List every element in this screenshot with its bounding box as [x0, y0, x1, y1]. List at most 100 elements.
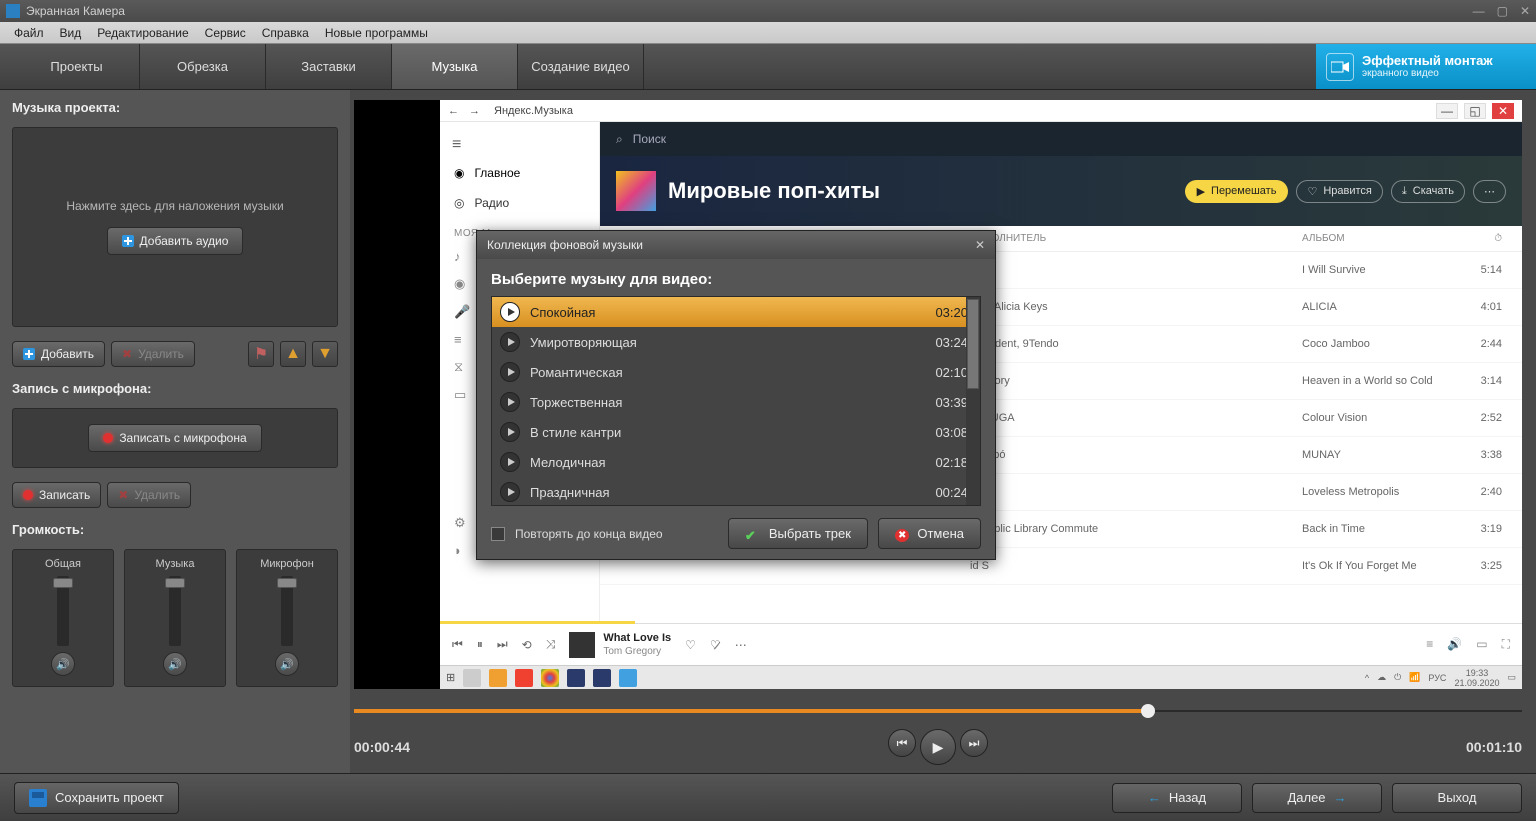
speaker-icon: 🔊: [168, 658, 182, 671]
track-item[interactable]: Романтическая02:10: [492, 357, 980, 387]
flag-icon-button[interactable]: ⚑: [248, 341, 274, 367]
track-item[interactable]: Праздничная00:24: [492, 477, 980, 506]
play-icon[interactable]: [500, 302, 520, 322]
next-button[interactable]: Далее: [1252, 783, 1382, 813]
tab-trim[interactable]: Обрезка: [140, 44, 266, 89]
menu-new-programs[interactable]: Новые программы: [317, 24, 436, 42]
add-audio-button[interactable]: Добавить аудио: [107, 227, 244, 255]
promo-title: Эффектный монтаж: [1362, 54, 1493, 68]
tracklist-scrollbar[interactable]: [966, 297, 980, 505]
maximize-button[interactable]: ▢: [1497, 4, 1508, 18]
play-icon[interactable]: [500, 422, 520, 442]
move-up-button[interactable]: ▲: [280, 341, 306, 367]
dialog-heading: Выберите музыку для видео:: [491, 271, 981, 288]
music-collection-dialog: Коллекция фоновой музыки✕ Выберите музык…: [476, 230, 996, 560]
promo-icon: [1326, 53, 1354, 81]
save-project-button[interactable]: Сохранить проект: [14, 782, 179, 814]
delete-button: ✖Удалить: [111, 341, 195, 367]
playlist-cover: [616, 171, 656, 211]
like-button: ♡ Нравится: [1296, 180, 1382, 203]
pip-icon: ▭: [1476, 637, 1487, 652]
timeline-slider[interactable]: [354, 701, 1522, 721]
more-icon: ⋯: [735, 638, 747, 652]
close-button[interactable]: ✕: [1520, 4, 1530, 18]
music-panel-title: Музыка проекта:: [12, 100, 338, 115]
menu-service[interactable]: Сервис: [197, 24, 254, 42]
next-button[interactable]: ⏭: [960, 729, 988, 757]
main-tabs: Проекты Обрезка Заставки Музыка Создание…: [0, 44, 1536, 90]
play-icon[interactable]: [500, 362, 520, 382]
track-item[interactable]: Мелодичная02:18: [492, 447, 980, 477]
volume-mic-slider[interactable]: [281, 576, 293, 646]
clock-icon: ⏱: [1452, 233, 1502, 244]
prev-button[interactable]: ⏮: [888, 729, 916, 757]
music-drop-area[interactable]: Нажмите здесь для наложения музыки Добав…: [12, 127, 338, 327]
cancel-button[interactable]: Отмена: [878, 518, 981, 549]
promo-subtitle: экранного видео: [1362, 68, 1493, 80]
mute-overall-button[interactable]: 🔊: [51, 652, 75, 676]
volume-panel-title: Громкость:: [12, 522, 338, 537]
dislike-icon: ♡̷: [710, 638, 721, 652]
minimize-button[interactable]: —: [1473, 4, 1485, 18]
fullscreen-icon: ⛶: [1502, 637, 1510, 652]
volume-mic: Микрофон 🔊: [236, 549, 338, 687]
dialog-close-button[interactable]: ✕: [975, 238, 985, 252]
move-down-button[interactable]: ▼: [312, 341, 338, 367]
menu-edit[interactable]: Редактирование: [89, 24, 196, 42]
check-icon: [745, 528, 761, 540]
bottom-bar: Сохранить проект Назад Далее Выход: [0, 773, 1536, 821]
back-button[interactable]: Назад: [1112, 783, 1242, 813]
save-icon: [29, 789, 47, 807]
add-button[interactable]: Добавить: [12, 341, 105, 367]
play-icon[interactable]: [500, 392, 520, 412]
repeat-checkbox[interactable]: [491, 527, 505, 541]
music-hint: Нажмите здесь для наложения музыки: [66, 199, 283, 213]
search-icon: ⌕: [616, 132, 623, 147]
mute-mic-button[interactable]: 🔊: [275, 652, 299, 676]
mute-music-button[interactable]: 🔊: [163, 652, 187, 676]
tab-music[interactable]: Музыка: [392, 44, 518, 89]
pause-icon: ⏸: [477, 637, 483, 652]
select-track-button[interactable]: Выбрать трек: [728, 518, 868, 549]
home-icon: ◉: [454, 166, 464, 180]
speaker-icon: 🔊: [56, 658, 70, 671]
next-icon: ⏭: [497, 637, 508, 652]
track-item[interactable]: Умиротворяющая03:24: [492, 327, 980, 357]
plus-icon: [23, 348, 35, 360]
track-item[interactable]: В стиле кантри03:08: [492, 417, 980, 447]
tab-intros[interactable]: Заставки: [266, 44, 392, 89]
play-icon[interactable]: [500, 482, 520, 502]
tab-projects[interactable]: Проекты: [14, 44, 140, 89]
menu-bar: Файл Вид Редактирование Сервис Справка Н…: [0, 22, 1536, 44]
menu-file[interactable]: Файл: [6, 24, 52, 42]
record-button[interactable]: Записать: [12, 482, 101, 508]
captured-app-title: Яндекс.Музыка: [494, 105, 573, 117]
play-icon[interactable]: [500, 452, 520, 472]
queue-icon: ≡: [1426, 637, 1433, 652]
play-icon[interactable]: [500, 332, 520, 352]
volume-overall-slider[interactable]: [57, 576, 69, 646]
tab-create-video[interactable]: Создание видео: [518, 44, 644, 89]
promo-banner[interactable]: Эффектный монтаж экранного видео: [1316, 44, 1536, 89]
menu-view[interactable]: Вид: [52, 24, 90, 42]
exit-button[interactable]: Выход: [1392, 783, 1522, 813]
track-item[interactable]: Спокойная03:20: [492, 297, 980, 327]
arrow-up-icon: ▲: [285, 345, 301, 363]
sidebar: Музыка проекта: Нажмите здесь для наложе…: [0, 90, 350, 773]
shuffle-button: ▶ Перемешать: [1185, 180, 1289, 203]
track-item[interactable]: Торжественная03:39: [492, 387, 980, 417]
app-icon: [6, 4, 20, 18]
plus-icon: [122, 235, 134, 247]
record-mic-button[interactable]: Записать с микрофона: [88, 424, 261, 452]
delete-recording-button: ✖Удалить: [107, 482, 191, 508]
mic-panel: Записать с микрофона: [12, 408, 338, 468]
prev-icon: ⏮: [452, 637, 463, 652]
captured-nav-main: ◉Главное: [440, 158, 599, 188]
menu-help[interactable]: Справка: [254, 24, 317, 42]
play-button[interactable]: ▶: [920, 729, 956, 765]
burger-icon: ≡: [440, 132, 599, 158]
volume-overall: Общая 🔊: [12, 549, 114, 687]
window-titlebar: Экранная Камера — ▢ ✕: [0, 0, 1536, 22]
preview-column: ←→ Яндекс.Музыка —◱✕ ≡ ◉Главное ◎Радио М…: [350, 90, 1536, 773]
volume-music-slider[interactable]: [169, 576, 181, 646]
